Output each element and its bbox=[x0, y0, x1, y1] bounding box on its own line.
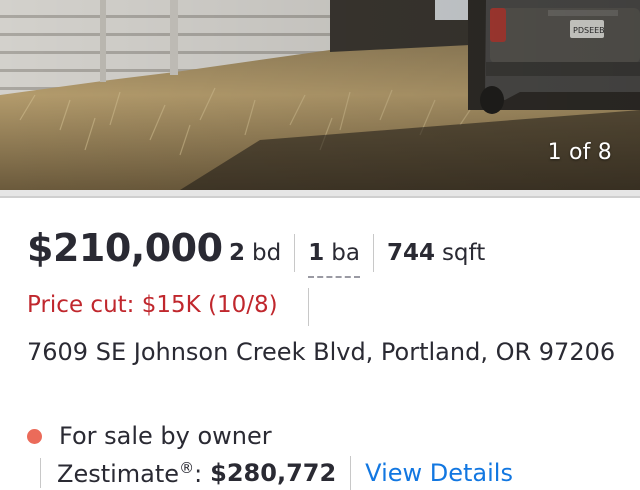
home-facts: 2 bd 1 ba 744 sqft bbox=[229, 233, 485, 278]
fact-divider bbox=[294, 234, 296, 272]
sqft-value: 744 bbox=[386, 240, 435, 266]
listing-address: 7609 SE Johnson Creek Blvd, Portland, OR… bbox=[27, 338, 616, 366]
listing-photo[interactable]: PDSEEB 1 of 8 bbox=[0, 0, 640, 190]
listing-price: $210,000 bbox=[27, 226, 223, 270]
sqft-unit: sqft bbox=[441, 240, 486, 266]
listing-status: For sale by owner bbox=[27, 422, 272, 450]
price-cut-label: Price cut: $15K (10/8) bbox=[27, 292, 278, 318]
beds-value: 2 bbox=[229, 240, 246, 266]
zestimate-value: $280,772 bbox=[210, 459, 337, 487]
beds-fact: 2 bd bbox=[229, 234, 281, 272]
status-dot-icon bbox=[27, 428, 42, 444]
registered-mark: ® bbox=[179, 458, 195, 477]
zestimate-indent-line bbox=[40, 458, 41, 488]
zestimate-label-text: Zestimate bbox=[57, 459, 180, 488]
baths-value: 1 bbox=[308, 240, 325, 266]
status-text: For sale by owner bbox=[59, 422, 272, 450]
baths-fact[interactable]: 1 ba bbox=[308, 234, 360, 278]
zestimate-label: Zestimate®: bbox=[57, 459, 202, 488]
zestimate-colon: : bbox=[194, 459, 203, 488]
photo-counter: 1 of 8 bbox=[547, 140, 612, 165]
view-details-link[interactable]: View Details bbox=[365, 459, 513, 487]
baths-unit: ba bbox=[331, 240, 360, 266]
sqft-fact: 744 sqft bbox=[387, 234, 485, 272]
zestimate-divider bbox=[350, 456, 352, 490]
photo-divider bbox=[0, 196, 640, 198]
zestimate-row: Zestimate®: $280,772 View Details bbox=[40, 456, 513, 490]
fact-divider bbox=[372, 234, 374, 272]
beds-unit: bd bbox=[252, 240, 282, 266]
price-cut-divider bbox=[308, 288, 309, 326]
listing-photo-image: PDSEEB bbox=[0, 0, 640, 190]
